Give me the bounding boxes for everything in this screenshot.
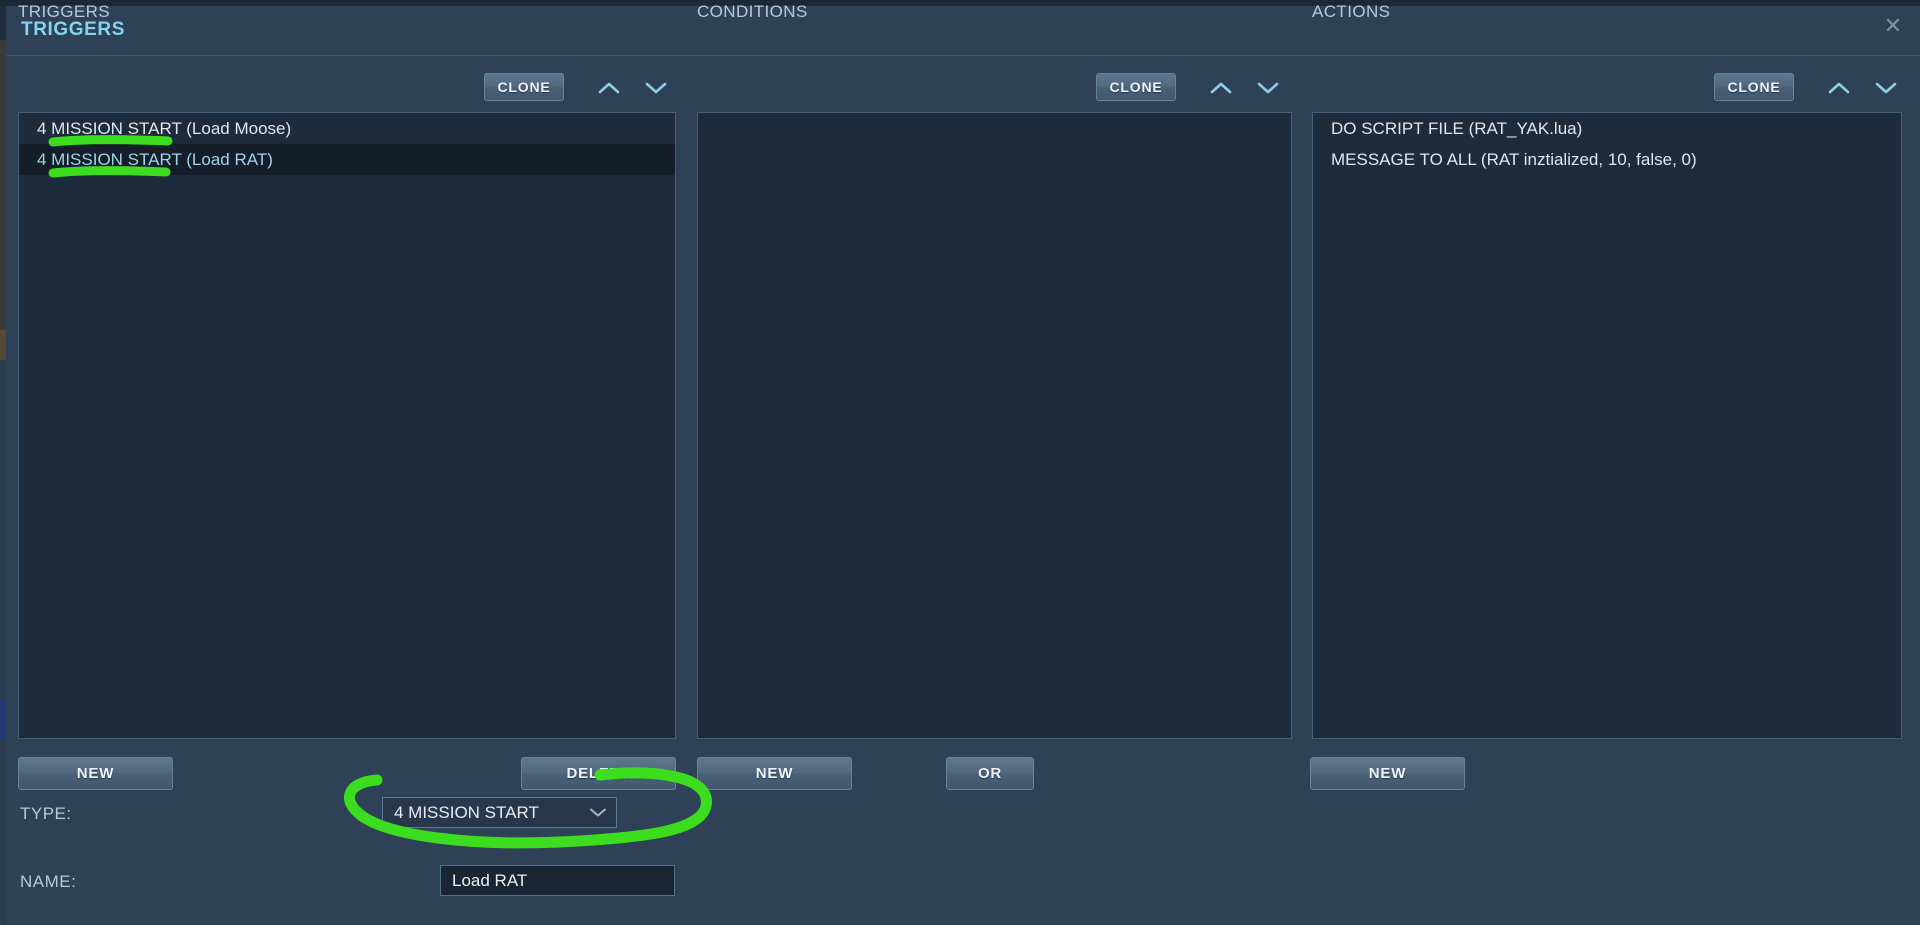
type-dropdown[interactable]: 4 MISSION START (382, 797, 617, 828)
triggers-clone-button[interactable]: CLONE (484, 73, 564, 101)
name-label: NAME: (20, 872, 77, 891)
name-input[interactable]: Load RAT (440, 865, 675, 896)
actions-new-button[interactable]: NEW (1310, 757, 1465, 790)
list-item[interactable]: 4 MISSION START (Load RAT) (19, 144, 675, 175)
title-bar: TRIGGERS (6, 6, 1920, 56)
conditions-column-header: CONDITIONS (697, 2, 808, 21)
triggers-move-down-icon[interactable] (643, 75, 669, 101)
list-item[interactable]: 4 MISSION START (Load Moose) (19, 113, 675, 144)
triggers-move-up-icon[interactable] (596, 75, 622, 101)
conditions-or-button[interactable]: OR (946, 757, 1034, 790)
actions-move-down-icon[interactable] (1873, 75, 1899, 101)
triggers-new-button[interactable]: NEW (18, 757, 173, 790)
close-icon[interactable]: ✕ (1880, 14, 1906, 40)
list-item[interactable]: DO SCRIPT FILE (RAT_YAK.lua) (1313, 113, 1901, 144)
conditions-clone-button[interactable]: CLONE (1096, 73, 1176, 101)
conditions-new-button[interactable]: NEW (697, 757, 852, 790)
actions-move-up-icon[interactable] (1826, 75, 1852, 101)
chevron-down-icon (589, 798, 607, 827)
actions-list[interactable]: DO SCRIPT FILE (RAT_YAK.lua) MESSAGE TO … (1312, 112, 1902, 739)
triggers-delete-button[interactable]: DELETE (521, 757, 676, 790)
background-app-sliver (0, 0, 6, 925)
conditions-move-up-icon[interactable] (1208, 75, 1234, 101)
conditions-list[interactable] (697, 112, 1292, 739)
conditions-move-down-icon[interactable] (1255, 75, 1281, 101)
type-dropdown-value: 4 MISSION START (394, 803, 539, 822)
triggers-dialog: TRIGGERS ✕ TRIGGERS CLONE CONDITIONS CLO… (0, 0, 1920, 925)
actions-column-header: ACTIONS (1312, 2, 1391, 21)
list-item[interactable]: MESSAGE TO ALL (RAT inztialized, 10, fal… (1313, 144, 1901, 175)
triggers-column-header: TRIGGERS (18, 2, 110, 21)
type-label: TYPE: (20, 804, 72, 823)
triggers-list[interactable]: 4 MISSION START (Load Moose) 4 MISSION S… (18, 112, 676, 739)
page-title: TRIGGERS (21, 19, 126, 40)
actions-clone-button[interactable]: CLONE (1714, 73, 1794, 101)
